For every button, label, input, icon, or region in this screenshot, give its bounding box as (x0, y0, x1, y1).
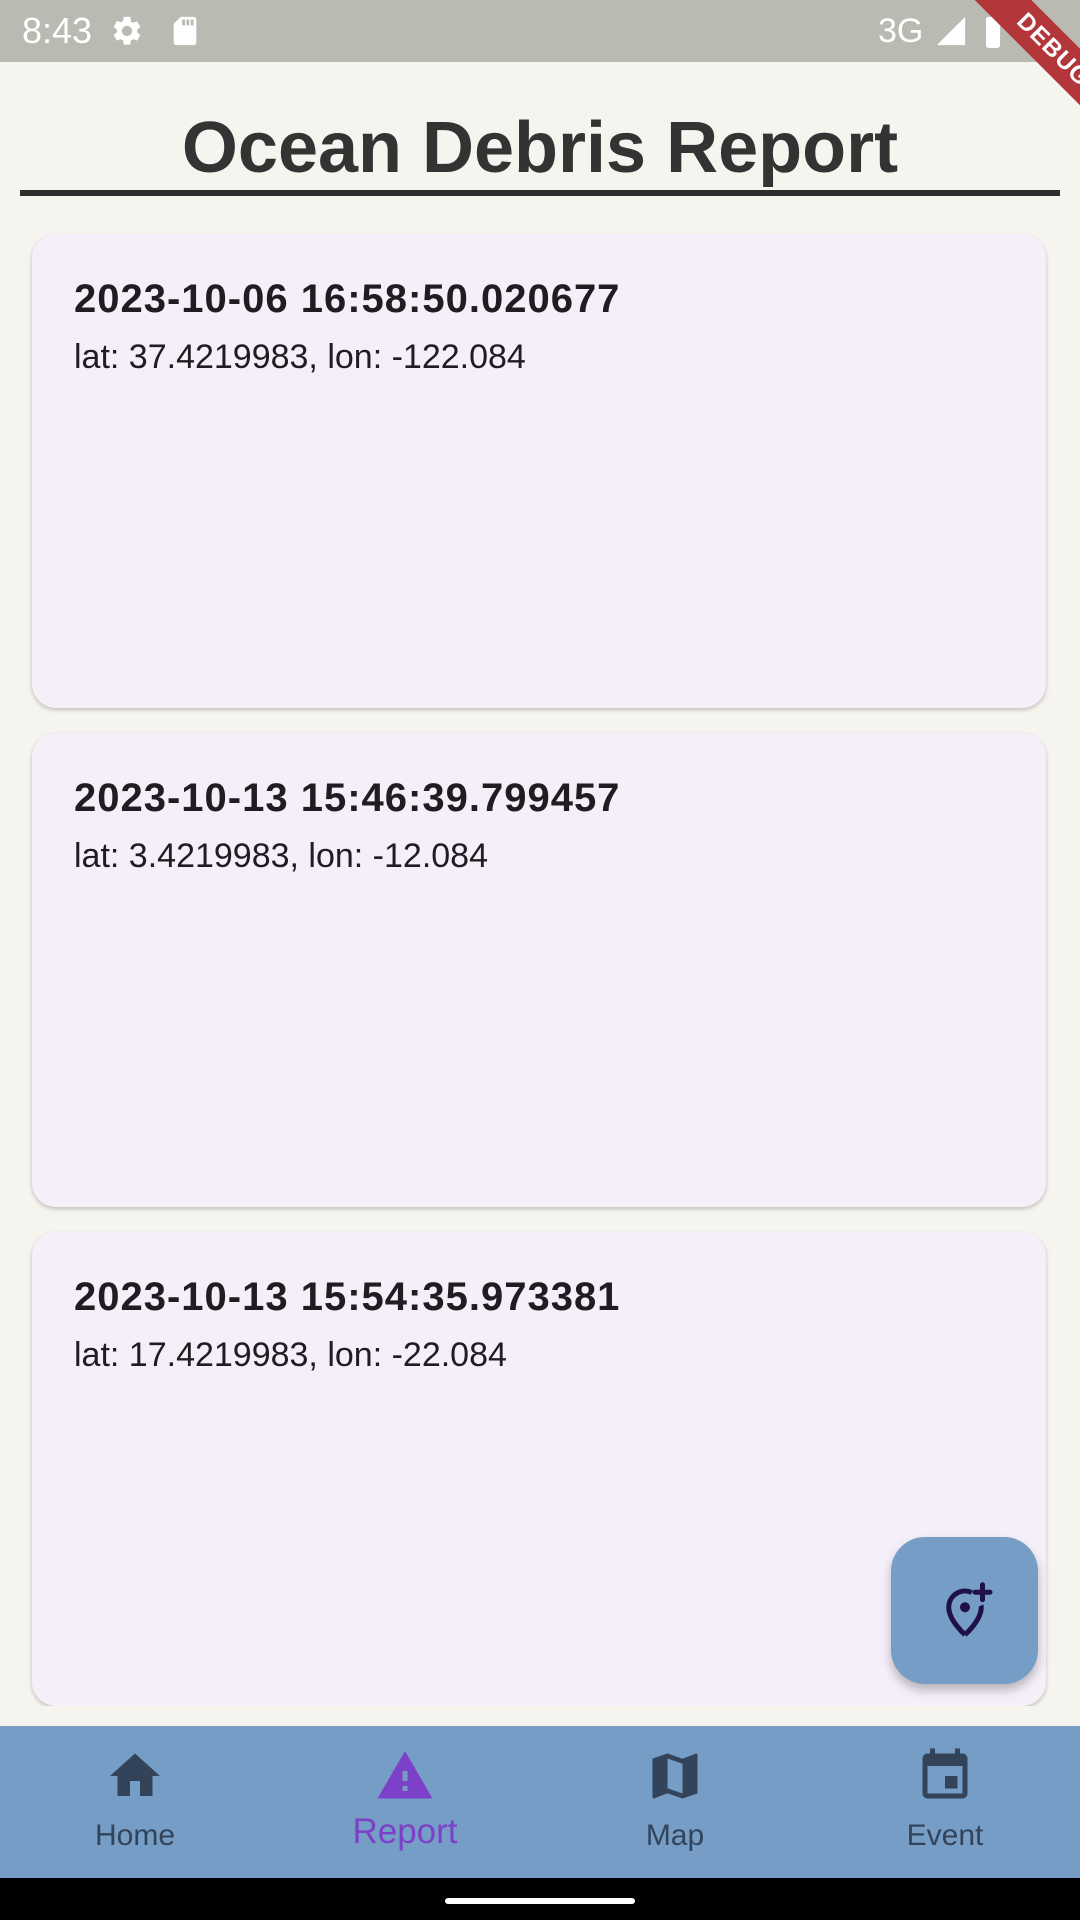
nav-label-map: Map (645, 1819, 705, 1852)
sd-card-icon (173, 16, 197, 46)
bottom-navigation: Home Report Map Event (0, 1726, 1080, 1878)
page-title: Ocean Debris Report (181, 108, 899, 188)
report-coordinates: lat: 17.4219983, lon: -22.084 (74, 1336, 507, 1374)
add-location-icon (945, 1581, 992, 1637)
report-card[interactable]: 2023-10-06 16:58:50.020677 lat: 37.42199… (32, 234, 1046, 708)
battery-icon (985, 14, 1001, 48)
add-report-button[interactable] (891, 1537, 1038, 1684)
nav-label-home: Home (94, 1819, 176, 1852)
nav-item-home[interactable]: Home (0, 1726, 270, 1878)
system-gesture-bar (0, 1878, 1080, 1920)
report-timestamp: 2023-10-06 16:58:50.020677 (74, 277, 621, 321)
report-coordinates: lat: 3.4219983, lon: -12.084 (74, 837, 488, 875)
nav-item-map[interactable]: Map (540, 1726, 810, 1878)
gesture-handle[interactable] (445, 1898, 635, 1904)
nav-label-report: Report (352, 1812, 458, 1851)
report-timestamp: 2023-10-13 15:46:39.799457 (74, 776, 621, 820)
status-time: 8:43 (22, 10, 93, 51)
report-timestamp: 2023-10-13 15:54:35.973381 (74, 1275, 621, 1319)
gear-icon (113, 16, 141, 45)
nav-item-report[interactable]: Report (270, 1726, 540, 1878)
warning-icon (377, 1751, 433, 1799)
app-header: Ocean Debris Report (20, 62, 1060, 196)
report-card[interactable]: 2023-10-13 15:46:39.799457 lat: 3.421998… (32, 733, 1046, 1207)
map-icon (652, 1753, 698, 1799)
home-icon (110, 1753, 160, 1796)
signal-icon (936, 16, 966, 46)
calendar-icon (922, 1748, 968, 1799)
nav-item-event[interactable]: Event (810, 1726, 1080, 1878)
report-list[interactable]: 2023-10-06 16:58:50.020677 lat: 37.42199… (0, 232, 1080, 1706)
title-divider (20, 190, 1060, 196)
report-coordinates: lat: 37.4219983, lon: -122.084 (74, 338, 526, 376)
network-type: 3G (878, 12, 924, 50)
status-bar: 8:43 3G (0, 0, 1080, 62)
nav-label-event: Event (906, 1819, 984, 1852)
